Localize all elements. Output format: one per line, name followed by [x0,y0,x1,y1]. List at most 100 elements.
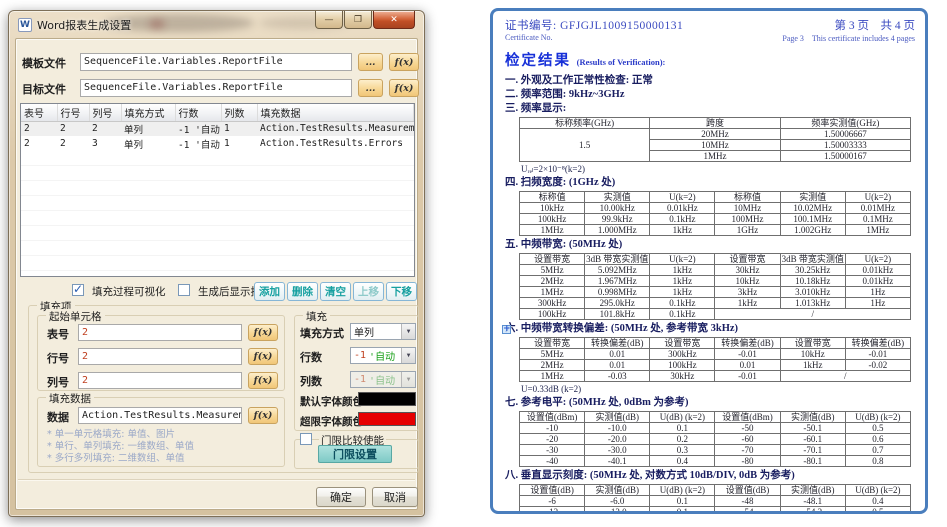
cell: 1.5 [520,128,650,161]
col-no-fx-button[interactable]: f(x) [248,372,278,389]
cell: Action.TestResults.Errors [257,136,414,151]
titlebar[interactable]: W Word报表生成设置 — ❐ ✕ [9,11,424,38]
cell: 30.25kHz [780,264,845,275]
column-header: U(k=2) [650,191,715,202]
cell: -12 [520,507,585,514]
show-report-checkbox[interactable] [178,284,190,296]
cell: 100kHz [520,309,585,320]
close-button[interactable]: ✕ [373,11,415,29]
column-header: 列号 [89,104,121,121]
threshold-enable-checkbox[interactable] [300,433,312,445]
results-title-en: (Results of Verification): [577,57,666,67]
data-input[interactable]: Action.TestResults.Measurements [78,407,242,424]
sweep-width-table: 标称值实测值U(k=2)标称值实测值U(k=2)10kHz10.00kHz0.0… [519,191,911,236]
ref-level-table: 设置值(dBm)实测值(dB)U(dB) (k=2)设置值(dBm)实测值(dB… [519,411,911,467]
section-freq-range: 二. 频率范围: 9kHz~3GHz [505,88,915,102]
table-no-input[interactable]: 2 [78,324,242,341]
empty-rows [21,151,414,276]
table-row: -30-30.00.3-70-70.10.7 [520,445,911,456]
row-no-input[interactable]: 2 [78,348,242,365]
fill-items-table: 表号行号列号填充方式行数列数填充数据222单列-1 '自动1Action.Tes… [21,104,414,151]
column-header: 列数 [221,104,257,121]
page-number-en: Page 3 This certificate includes 4 pages [782,33,915,44]
cell: 2MHz [520,275,585,286]
cell: 0.1 [650,423,715,434]
move-down-button[interactable]: 下移 [386,282,417,301]
clear-button[interactable]: 清空 [320,282,351,301]
cell: 10.02MHz [780,202,845,213]
cell: -6 [520,496,585,507]
column-header: 设置带宽 [715,253,780,264]
default-font-color-swatch[interactable] [358,392,416,406]
maximize-button[interactable]: ❐ [344,11,372,29]
fill-items-listview[interactable]: 表号行号列号填充方式行数列数填充数据222单列-1 '自动1Action.Tes… [20,103,415,277]
cell: -30 [520,445,585,456]
column-header: U(dB) (k=2) [845,412,910,423]
table-row: 100kHz101.8kHz0.1kHz/ [520,309,911,320]
target-file-input[interactable]: SequenceFile.Variables.ReportFile [80,79,352,97]
target-browse-button[interactable]: ... [358,79,383,97]
cell: -80 [715,456,780,467]
column-header: 转换偏差(dB) [715,338,780,349]
column-header: 设置带宽 [780,338,845,349]
table-row: 2MHz0.01100kHz0.011kHz-0.02 [520,360,911,371]
table-row: 1MHz0.998MHz1kHz3kHz3.010kHz1Hz [520,286,911,297]
table-row: 223单列-1 '自动1Action.TestResults.Errors [21,136,414,151]
template-file-label: 模板文件 [22,55,66,71]
fill-mode-select[interactable]: 单列 ▼ [350,323,416,340]
table-row: 10kHz10.00kHz0.01kHz10MHz10.02MHz0.01MHz [520,202,911,213]
visualize-checkbox[interactable] [72,284,84,296]
column-header: U(k=2) [845,191,910,202]
row-no-fx-button[interactable]: f(x) [248,348,278,365]
ok-button[interactable]: 确定 [316,487,366,507]
col-no-input[interactable]: 2 [78,372,242,389]
delete-button[interactable]: 删除 [287,282,318,301]
cell: 1.50003333 [780,139,910,150]
cell: 300kHz [650,349,715,360]
col-count-select: -1 '自动 ▼ [350,371,416,388]
cell: 3.010kHz [780,286,845,297]
column-header: 转换偏差(dB) [585,338,650,349]
cell: 101.8kHz [585,309,650,320]
cell: 1kHz [715,298,780,309]
cell: -20.0 [585,434,650,445]
table-row: 1MHz-0.0330kHz-0.01/ [520,371,911,382]
cell: -54.2 [780,507,845,514]
if-bandwidth-table: 设置带宽3dB 带宽实测值U(k=2)设置带宽3dB 带宽实测值U(k=2)5M… [519,253,911,320]
cell: -60.1 [780,434,845,445]
fill-data-group-label: 填充数据 [46,391,94,406]
template-fx-button[interactable]: f(x) [389,53,419,71]
cell: 300kHz [520,298,585,309]
fill-group-label: 填充 [303,309,330,324]
table-row: -12-12.00.1-54-54.20.5 [520,507,911,514]
cell: 1GHz [715,224,780,235]
move-up-button[interactable]: 上移 [353,282,384,301]
cell: 20MHz [650,128,780,139]
table-no-fx-button[interactable]: f(x) [248,324,278,341]
target-fx-button[interactable]: f(x) [389,79,419,97]
row-count-select[interactable]: -1 '自动 ▼ [350,347,416,364]
data-fx-button[interactable]: f(x) [248,407,278,424]
table-row: -6-6.00.1-48-48.10.4 [520,496,911,507]
template-file-input[interactable]: SequenceFile.Variables.ReportFile [80,53,352,71]
table-row: 1.520MHz1.50006667 [520,128,911,139]
column-header: 设置带宽 [520,253,585,264]
cell: 0.01kHz [845,275,910,286]
cell: 30kHz [715,264,780,275]
cell: 100MHz [715,213,780,224]
add-button[interactable]: 添加 [254,282,285,301]
cell: -12.0 [585,507,650,514]
cell: -70.1 [780,445,845,456]
column-header: 行数 [175,104,221,121]
minimize-button[interactable]: — [315,11,343,29]
cell: 0.01 [585,360,650,371]
cell: 0.8 [845,456,910,467]
cell: 1.50006667 [780,128,910,139]
cancel-button[interactable]: 取消 [372,487,418,507]
cell: 3kHz [715,286,780,297]
threshold-settings-button[interactable]: 门限设置 [318,445,392,463]
cell: 0.4 [845,496,910,507]
cell: -10 [520,423,585,434]
over-limit-font-color-swatch[interactable] [358,412,416,426]
template-browse-button[interactable]: ... [358,53,383,71]
